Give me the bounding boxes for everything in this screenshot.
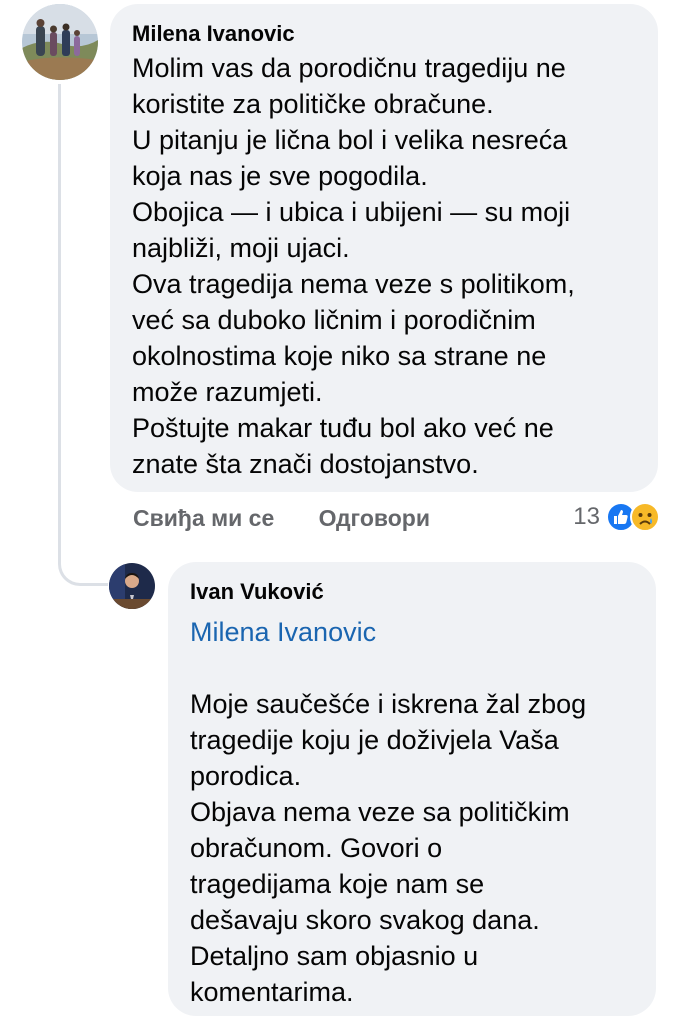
comment-line: može razumjeti.: [132, 377, 323, 407]
comment-bubble: Milena Ivanovic Molim vas da porodičnu t…: [110, 4, 658, 492]
reply-line: tragedije koju je doživjela Vaša: [190, 725, 559, 755]
reaction-count: 13: [573, 503, 600, 530]
reply-button[interactable]: Одговори: [319, 505, 430, 531]
comment-line: Molim vas da porodičnu tragediju ne: [132, 53, 566, 83]
reply-line: tragedijama koje nam se: [190, 869, 485, 899]
reply-bubble: Ivan Vuković Milena Ivanovic Moje saučeš…: [168, 562, 656, 1016]
reply-text: Moje saučešće i iskrena žal zbog tragedi…: [190, 686, 634, 1010]
comment-line: znate šta znači dostojanstvo.: [132, 449, 479, 479]
reply-line: obračunom. Govori o: [190, 833, 443, 863]
comment-line: koristite za političke obračune.: [132, 89, 494, 119]
thread-connector: [58, 84, 108, 586]
comment-actions: Свиђа ми се Одговори: [133, 505, 430, 532]
comment-line: U pitanju je lična bol i velika nesreća: [132, 125, 568, 155]
comment-author[interactable]: Milena Ivanovic: [132, 18, 636, 50]
reply-line: porodica.: [190, 761, 302, 791]
comment-text: Molim vas da porodičnu tragediju ne kori…: [132, 50, 636, 482]
reply-line: komentarima.: [190, 977, 354, 1007]
like-button[interactable]: Свиђа ми се: [133, 505, 274, 531]
comment-line: najbliži, moji ujaci.: [132, 233, 350, 263]
comment-line: Ova tragedija nema veze s politikom,: [132, 269, 575, 299]
avatar-milena[interactable]: [22, 4, 98, 80]
sad-icon: [630, 502, 660, 532]
comment-line: već sa duboko ličnim i porodičnim: [132, 305, 536, 335]
comment-line: okolnostima koje niko sa strane ne: [132, 341, 547, 371]
mention-link[interactable]: Milena Ivanovic: [190, 614, 634, 650]
comment-line: Poštujte makar tuđu bol ako već ne: [132, 413, 554, 443]
reply-line: Moje saučešće i iskrena žal zbog: [190, 689, 587, 719]
reaction-summary[interactable]: 13: [573, 502, 660, 532]
avatar-ivan[interactable]: [109, 563, 155, 609]
reply-author[interactable]: Ivan Vuković: [190, 576, 634, 608]
reply-line: dešavaju skoro svakog dana.: [190, 905, 540, 935]
reply-line: Detaljno sam objasnio u: [190, 941, 479, 971]
comment-line: Obojica — i ubica i ubijeni — su moji: [132, 197, 571, 227]
comment-line: koja nas je sve pogodila.: [132, 161, 428, 191]
reply-line: Objava nema veze sa političkim: [190, 797, 570, 827]
